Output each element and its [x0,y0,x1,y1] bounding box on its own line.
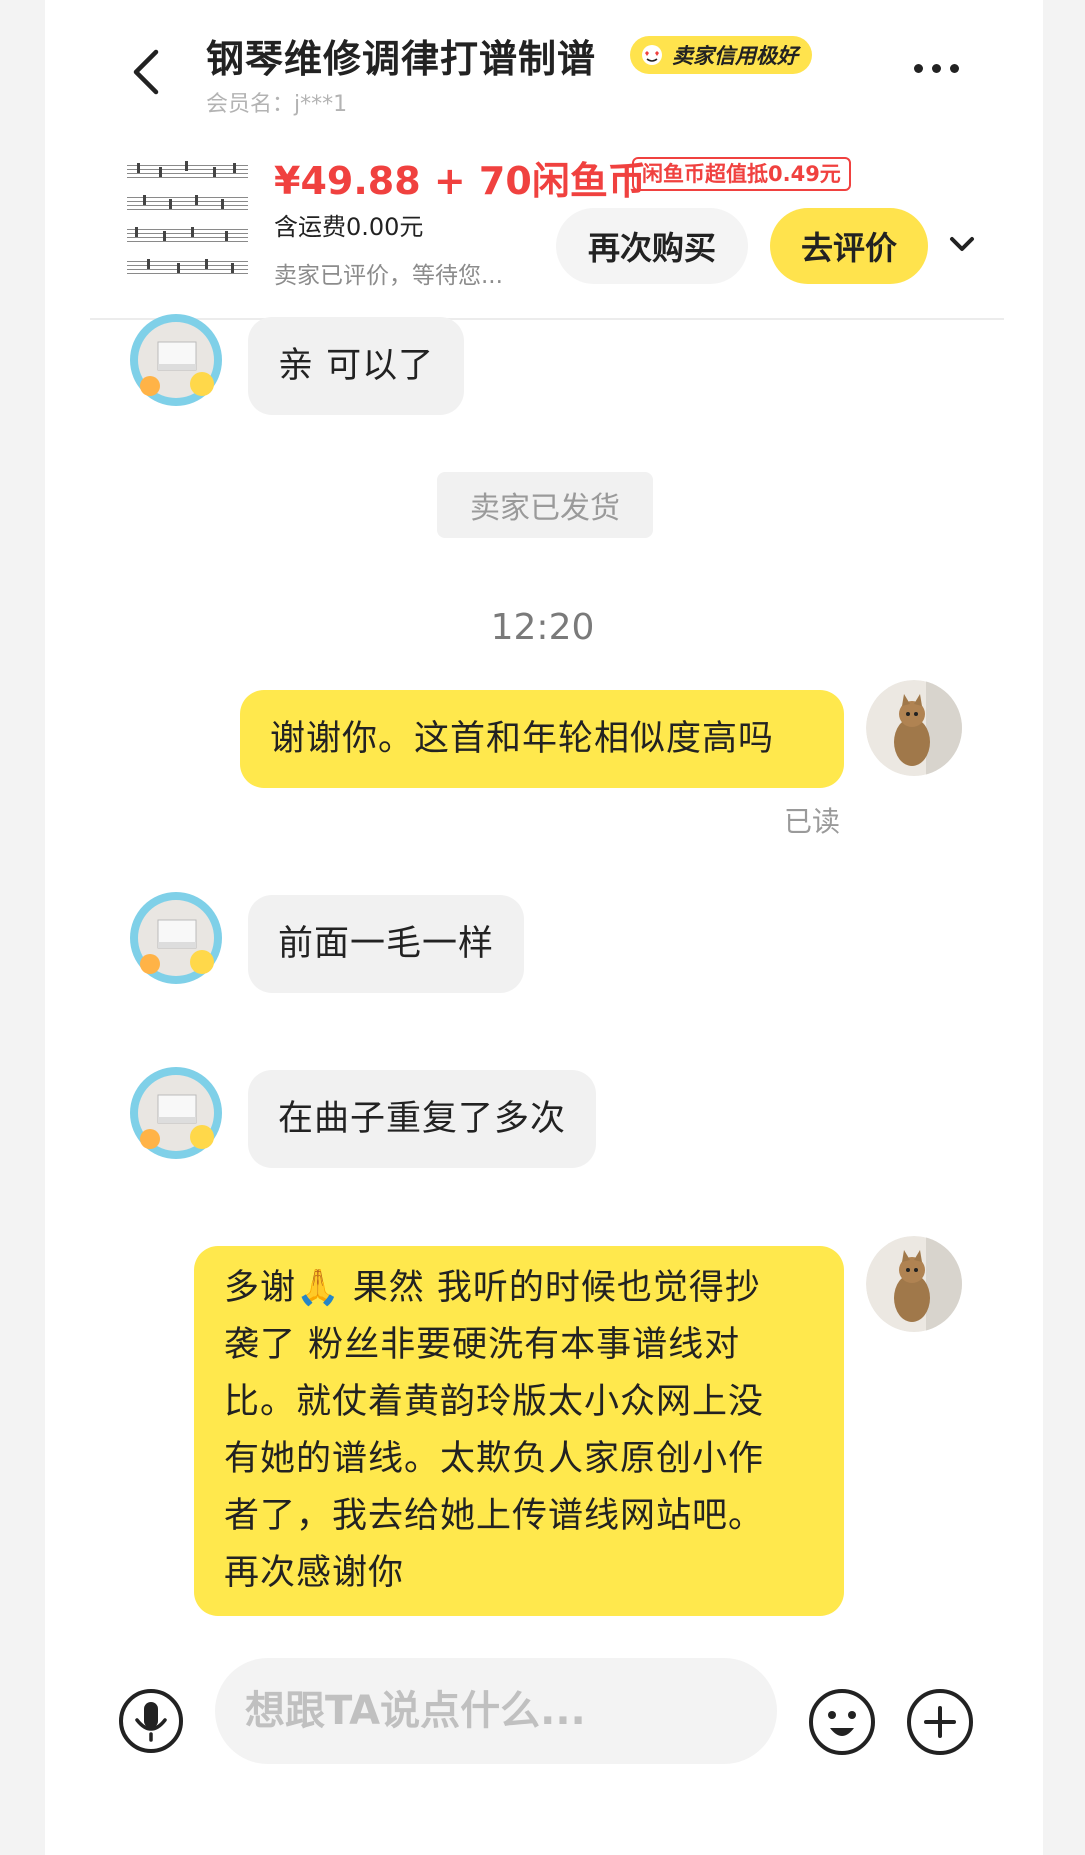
back-icon[interactable] [128,48,168,96]
shop-title: 钢琴维修调律打谱制谱 [206,37,597,81]
credit-badge: 卖家信用极好 [630,36,812,74]
message-bubble: 多谢🙏 果然 我听的时候也觉得抄 袭了 粉丝非要硬洗有本事谱线对 比。就仗着黄韵… [194,1246,844,1616]
seller-avatar[interactable] [128,1065,224,1161]
header-divider [90,318,1004,320]
message-bubble: 谢谢你。这首和年轮相似度高吗 [240,690,844,788]
plus-icon[interactable] [906,1688,974,1756]
message-line: 比。就仗着黄韵玲版太小众网上没 [224,1382,765,1422]
emoji-icon[interactable] [808,1688,876,1756]
microphone-icon[interactable] [118,1688,184,1754]
message-bubble: 亲 可以了 [248,317,465,415]
order-price: ¥49.88 + 70闲鱼币 [274,159,646,203]
message-timestamp: 12:20 [490,607,595,648]
user-avatar[interactable] [866,1236,962,1332]
review-button[interactable]: 去评价 [770,208,928,284]
seller-avatar[interactable] [128,312,224,408]
user-avatar[interactable] [866,680,962,776]
message-line: 有她的谱线。太欺负人家原创小作 [224,1439,765,1479]
rebuy-button[interactable]: 再次购买 [556,208,748,284]
message-bubble: 在曲子重复了多次 [248,1070,597,1168]
message-line: 多谢🙏 果然 我听的时候也觉得抄 [224,1268,761,1308]
message-bubble: 前面一毛一样 [248,895,525,993]
member-name: 会员名：j***1 [206,92,348,117]
credit-badge-label: 卖家信用极好 [672,44,798,68]
message-input[interactable] [215,1658,777,1764]
system-notice: 卖家已发货 [437,472,653,538]
message-line: 再次感谢你 [224,1553,405,1593]
heart-eyes-icon [642,45,662,65]
shipping-fee: 含运费0.00元 [274,213,424,241]
read-receipt: 已读 [784,805,841,838]
message-line: 者了，我去给她上传谱线网站吧。 [224,1496,765,1536]
chevron-down-icon[interactable] [947,232,977,256]
order-status: 卖家已评价，等待您... [274,263,503,289]
coin-discount-tag: 闲鱼币超值抵0.49元 [632,157,851,191]
seller-avatar[interactable] [128,890,224,986]
sheet-music-thumbnail[interactable] [125,155,250,283]
message-line: 袭了 粉丝非要硬洗有本事谱线对 [224,1325,741,1365]
more-dots-icon[interactable] [914,64,959,73]
